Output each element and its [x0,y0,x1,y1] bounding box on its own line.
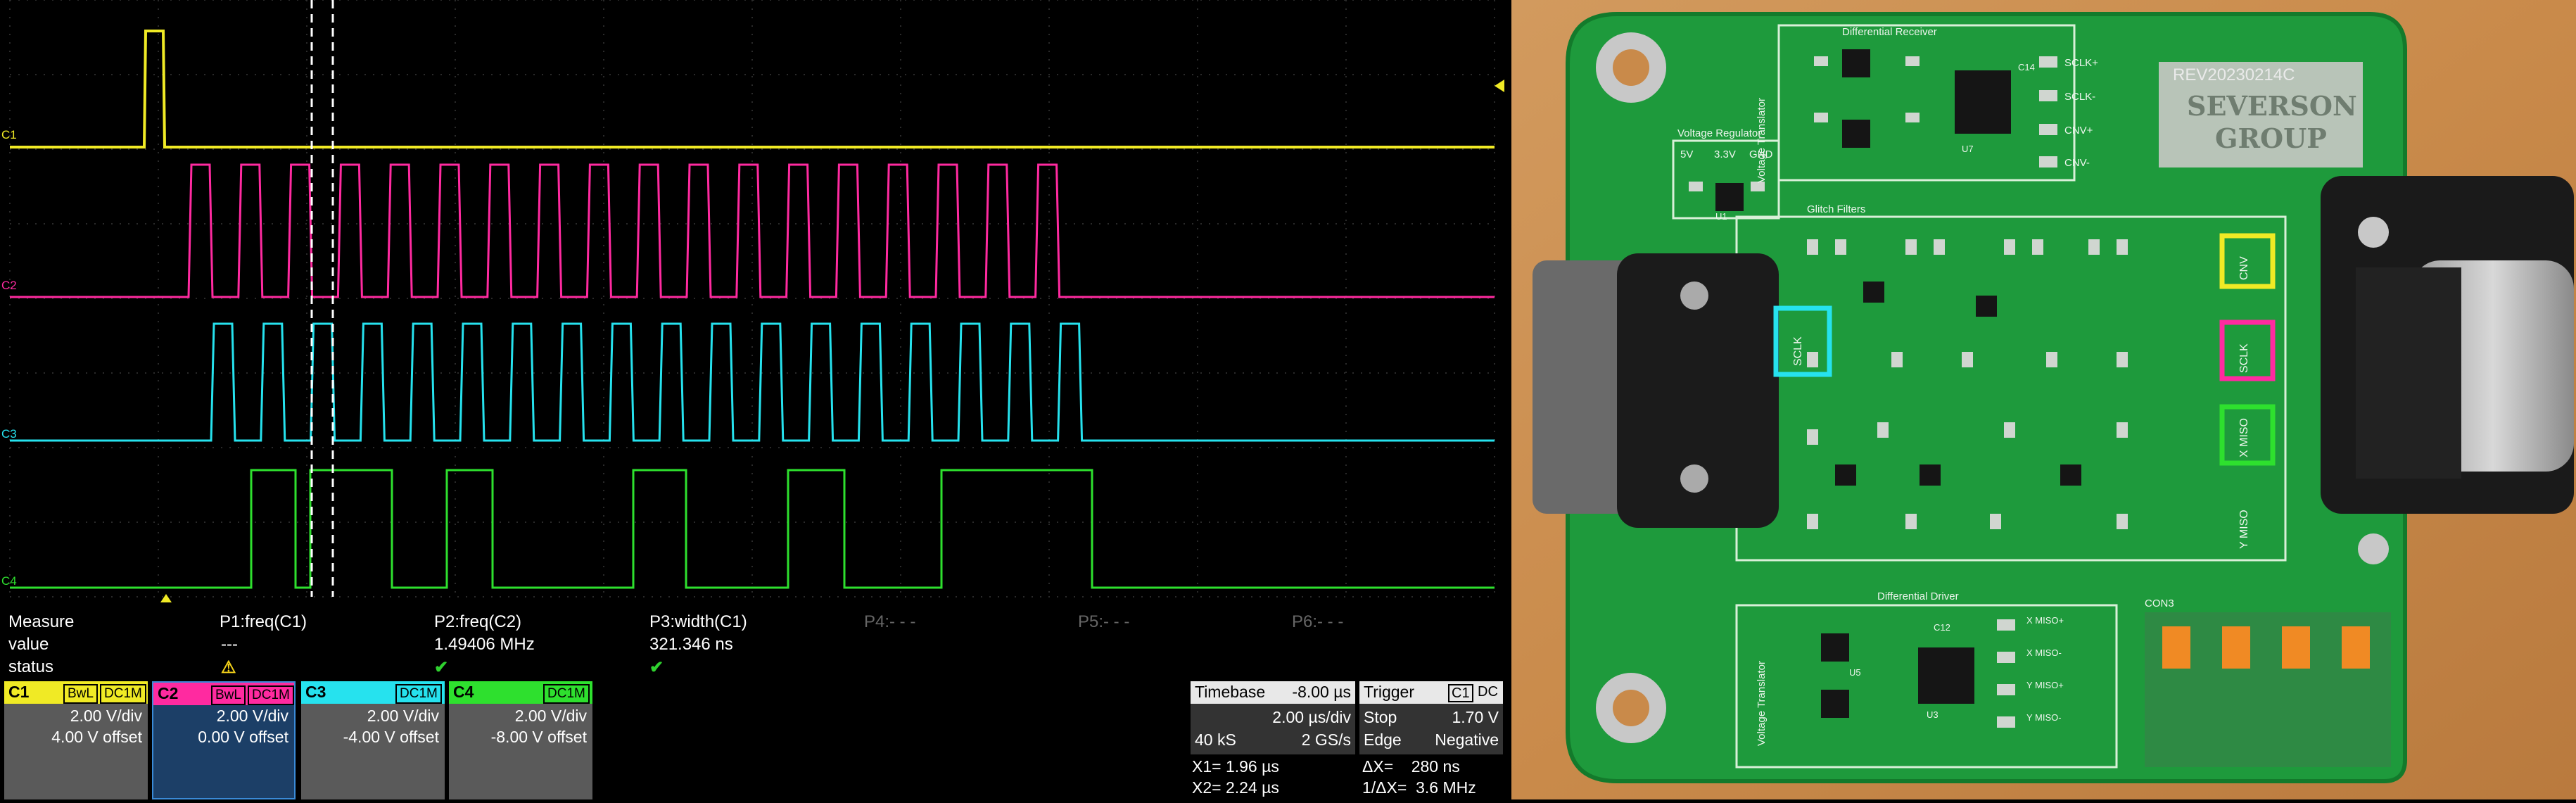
cursor-x1-readout: X1= 1.96 µs [1192,757,1279,776]
label-gnd: GND [1749,148,1773,160]
c2-offset: 0.00 V offset [198,728,288,746]
c4-scale: 2.00 V/div [514,707,587,725]
label-diff-receiver: Differential Receiver [1842,26,1937,38]
label-u1: U1 [1715,211,1727,222]
label-xmiso: X MISO [2238,418,2250,457]
cursor-readout: X1= 1.96 µs ΔX= 280 ns X2= 2.24 µs 1/ΔX=… [1191,756,1503,799]
pcb-photo: Differential Receiver Voltage Regulator … [1511,0,2576,799]
value-label: value [8,635,49,654]
c1-tag-dc1m: DC1M [100,684,146,704]
trigger-type: Edge [1364,731,1402,749]
trigger-label: Trigger [1364,683,1414,701]
p1-value: --- [221,635,238,654]
cursor-x2-readout: X2= 2.24 µs [1192,778,1279,797]
channel-c4-box[interactable]: C4 DC1M 2.00 V/div -8.00 V offset [449,681,592,799]
label-rev: REV20230214C [2173,65,2295,84]
label-3v3: 3.3V [1714,148,1736,160]
label-cnv-plus: CNV+ [2064,125,2093,137]
c3-offset: -4.00 V offset [343,728,439,746]
c3-scale: 2.00 V/div [367,707,439,725]
label-y-miso-plus: Y MISO+ [2026,680,2064,690]
label-sclk: SCLK [2238,343,2250,373]
label-u5: U5 [1849,667,1861,678]
c3-label: C3 [305,683,326,701]
c4-ground-marker: C4 [1,574,17,588]
label-c14: C14 [2018,62,2035,72]
label-x-miso-minus: X MISO- [2026,647,2062,658]
label-u7: U7 [1962,144,1974,154]
label-con3: CON3 [2145,597,2174,609]
measure-table: Measure P1:freq(C1) P2:freq(C2) P3:width… [0,609,1506,681]
timebase-delay: -8.00 µs [1292,683,1351,701]
c1-label: C1 [8,683,30,701]
c1-scale: 2.00 V/div [70,707,142,725]
label-sclk-plus: SCLK+ [2064,57,2098,69]
c3-tag-dc1m: DC1M [395,684,442,704]
label-c12: C12 [1934,622,1950,633]
channel-c1-box[interactable]: C1 BwL DC1M 2.00 V/div 4.00 V offset [4,681,148,799]
label-cnv: CNV [2238,256,2250,280]
channel-c2-box[interactable]: C2 BwL DC1M 2.00 V/div 0.00 V offset [152,681,296,799]
trigger-slope: Negative [1435,731,1499,749]
c3-ground-marker: C3 [1,427,17,441]
p4-name[interactable]: P4:- - - [864,612,915,632]
label-ymiso: Y MISO [2238,510,2250,549]
c1-offset: 4.00 V offset [51,728,142,746]
channel-c3-box[interactable]: C3 DC1M 2.00 V/div -4.00 V offset [301,681,445,799]
cursor-inv-dx-readout: 1/ΔX= 3.6 MHz [1362,778,1476,797]
label-y-miso-minus: Y MISO- [2026,712,2062,723]
measure-label: Measure [8,612,75,631]
label-glitch-filters: Glitch Filters [1807,203,1865,215]
timebase-samples: 40 kS [1195,731,1236,749]
p5-name[interactable]: P5:- - - [1078,612,1129,632]
oscilloscope-panel: C1 C2 C3 C4 Measure P1:freq(C1) P2:freq(… [0,0,1506,799]
p2-check-icon: ✔ [434,658,449,677]
p3-name[interactable]: P3:width(C1) [649,612,747,632]
label-cnv-minus: CNV- [2064,157,2090,169]
trigger-box[interactable]: Trigger C1 DC Stop 1.70 V Edge Negative [1359,681,1503,754]
p6-name[interactable]: P6:- - - [1292,612,1343,632]
label-voltage-translator-top: Voltage Translator [1756,98,1768,183]
label-voltage-regulator: Voltage Regulator [1677,127,1761,139]
waveform-display [0,0,1506,609]
p2-name[interactable]: P2:freq(C2) [434,612,521,632]
label-5v: 5V [1680,148,1693,160]
trigger-level: 1.70 V [1452,708,1499,726]
status-label: status [8,657,54,676]
timebase-div: 2.00 µs/div [1272,708,1351,726]
c1-ground-marker: C1 [1,128,17,141]
label-x-miso-plus: X MISO+ [2026,615,2064,626]
cursor-dx-readout: ΔX= 280 ns [1362,757,1460,776]
c2-tag-dc1m: DC1M [248,685,294,705]
p1-warning-icon: ⚠ [221,658,236,677]
trigger-mode: Stop [1364,708,1397,726]
trigger-coupling: DC [1478,684,1498,700]
p3-check-icon: ✔ [649,658,664,677]
label-logo-line2: GROUP [2215,122,2327,154]
timebase-rate: 2 GS/s [1301,731,1351,749]
pcb-illustration: Differential Receiver Voltage Regulator … [1511,0,2576,799]
label-voltage-translator-bottom: Voltage Translator [1756,661,1768,746]
trigger-source: C1 [1448,684,1473,702]
c4-offset: -8.00 V offset [490,728,587,746]
label-u3: U3 [1927,709,1939,720]
p2-value: 1.49406 MHz [434,635,535,654]
p1-name[interactable]: P1:freq(C1) [220,612,307,632]
c2-ground-marker: C2 [1,279,17,292]
label-sclk-minus: SCLK- [2064,91,2095,103]
label-diff-driver: Differential Driver [1877,590,1959,602]
c2-scale: 2.00 V/div [216,707,288,725]
label-sclk-left: SCLK [1792,336,1804,366]
c2-tag-bwl: BwL [211,685,246,705]
label-logo-line1: SEVERSON [2187,90,2357,122]
p3-value: 321.346 ns [649,635,733,654]
c2-label: C2 [158,684,179,702]
timebase-box[interactable]: Timebase -8.00 µs 2.00 µs/div 40 kS 2 GS… [1191,681,1355,754]
c4-label: C4 [453,683,474,701]
c4-tag-dc1m: DC1M [543,684,590,704]
c1-tag-bwl: BwL [63,684,98,704]
timebase-label: Timebase [1195,683,1266,701]
